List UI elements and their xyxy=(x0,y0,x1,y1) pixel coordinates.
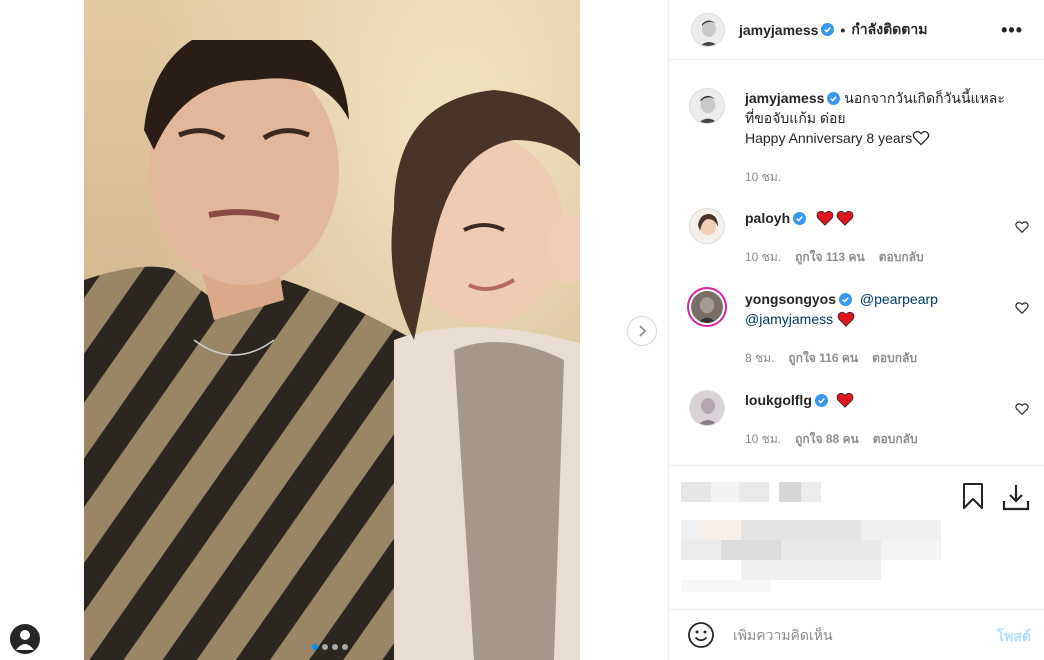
carousel-dot xyxy=(322,644,328,650)
verified-badge-icon xyxy=(821,23,835,36)
caption: jamyjamess นอกจากวันเกิดก็วันนี้แหละ ที่… xyxy=(689,88,1029,188)
author-avatar[interactable] xyxy=(691,12,725,47)
reply-button[interactable]: ตอบกลับ xyxy=(872,349,917,368)
caption-username[interactable]: jamyjamess xyxy=(745,90,824,106)
comment-time: 10 ชม. xyxy=(745,432,782,446)
caption-time: 10 ชม. xyxy=(745,170,782,184)
caption-meta: 10 ชม. xyxy=(745,168,781,187)
more-options-button[interactable]: ••• xyxy=(1001,20,1023,41)
following-button[interactable]: กำลังติดตาม xyxy=(851,19,927,41)
post-details-panel: jamyjamess • กำลังติดตาม ••• jamyjamess … xyxy=(668,0,1044,660)
comment-body: loukgolflg xyxy=(745,390,1015,410)
chevron-right-icon xyxy=(639,325,647,337)
comment-username[interactable]: paloyh xyxy=(745,210,790,226)
user-avatar-icon[interactable] xyxy=(10,624,40,654)
comment-meta: 10 ชม. ถูกใจ 88 คน ตอบกลับ xyxy=(745,430,918,449)
comment-username[interactable]: yongsongyos xyxy=(745,291,836,307)
caption-text-line2: ที่ขอจับแก้ม ด่อย xyxy=(745,110,846,126)
author-avatar-image xyxy=(692,13,724,46)
commenter-avatar-image xyxy=(690,209,724,243)
like-comment-heart-icon[interactable] xyxy=(1015,220,1029,234)
author-username[interactable]: jamyjamess xyxy=(739,22,818,38)
comment-likes[interactable]: ถูกใจ 116 คน xyxy=(788,349,858,368)
carousel-dot xyxy=(332,644,338,650)
commenter-avatar-story-ring[interactable] xyxy=(687,287,727,327)
comment-body: paloyh xyxy=(745,208,1015,228)
instagram-post-view: jamyjamess • กำลังติดตาม ••• jamyjamess … xyxy=(0,0,1044,660)
caption-author-avatar[interactable] xyxy=(689,88,725,124)
commenter-avatar[interactable] xyxy=(689,208,725,244)
user-silhouette-icon xyxy=(16,630,34,650)
red-heart-icon xyxy=(836,392,854,408)
bookmark-icon[interactable] xyxy=(959,482,987,510)
post-photo[interactable] xyxy=(84,0,580,660)
red-heart-icon xyxy=(836,210,854,226)
comment-body: yongsongyos @pearpearp @jamyjamess xyxy=(745,289,1015,329)
comment-likes[interactable]: ถูกใจ 113 คน xyxy=(795,248,865,267)
verified-badge-icon xyxy=(839,293,853,306)
reply-button[interactable]: ตอบกลับ xyxy=(873,430,918,449)
carousel-indicator xyxy=(312,644,348,650)
download-icon[interactable] xyxy=(1001,482,1031,512)
add-comment-bar: โพสต์ xyxy=(669,609,1044,660)
comment-item: paloyh 10 ชม. ถูกใจ 113 คน ตอบกลับ xyxy=(689,208,1029,268)
comment-input[interactable] xyxy=(733,627,965,643)
caption-body: jamyjamess นอกจากวันเกิดก็วันนี้แหละ ที่… xyxy=(745,88,1015,148)
carousel-dot-active xyxy=(312,644,318,650)
post-media-area xyxy=(0,0,668,660)
carousel-dot xyxy=(342,644,348,650)
comment-likes[interactable]: ถูกใจ 88 คน xyxy=(795,430,859,449)
caption-text-line3: Happy Anniversary 8 years xyxy=(745,130,913,146)
smiley-icon[interactable] xyxy=(687,621,715,649)
comments-list: jamyjamess นอกจากวันเกิดก็วันนี้แหละ ที่… xyxy=(669,64,1044,464)
like-comment-heart-icon[interactable] xyxy=(1015,402,1029,416)
carousel-next-button[interactable] xyxy=(627,316,657,346)
comment-time: 10 ชม. xyxy=(745,250,782,264)
comment-item: yongsongyos @pearpearp @jamyjamess 8 ชม.… xyxy=(687,287,1029,369)
post-header: jamyjamess • กำลังติดตาม ••• xyxy=(669,0,1044,60)
post-actions-section xyxy=(669,465,1044,609)
comment-mention[interactable]: @jamyjamess xyxy=(745,311,833,327)
photo-person-left xyxy=(84,40,414,660)
photo-person-right xyxy=(391,90,580,660)
post-comment-button[interactable]: โพสต์ xyxy=(997,626,1031,648)
commenter-avatar-image xyxy=(691,291,723,323)
verified-badge-icon xyxy=(814,394,828,407)
verified-badge-icon xyxy=(793,212,807,225)
commenter-avatar-image xyxy=(690,391,724,425)
like-comment-heart-icon[interactable] xyxy=(1015,301,1029,315)
commenter-avatar[interactable] xyxy=(689,390,725,426)
reply-button[interactable]: ตอบกลับ xyxy=(879,248,924,267)
comment-username[interactable]: loukgolflg xyxy=(745,392,812,408)
comment-item: loukgolflg 10 ชม. ถูกใจ 88 คน ตอบกลับ xyxy=(689,390,1029,450)
red-heart-icon xyxy=(816,210,834,226)
header-separator: • xyxy=(840,21,846,38)
comment-mention[interactable]: @pearpearp xyxy=(860,291,938,307)
comment-meta: 8 ชม. ถูกใจ 116 คน ตอบกลับ xyxy=(745,349,917,368)
blurred-region xyxy=(681,480,941,592)
caption-text-line1: นอกจากวันเกิดก็วันนี้แหละ xyxy=(844,90,1005,106)
comment-time: 8 ชม. xyxy=(745,351,775,365)
verified-badge-icon xyxy=(827,92,841,105)
caption-author-avatar-image xyxy=(690,89,724,123)
comment-meta: 10 ชม. ถูกใจ 113 คน ตอบกลับ xyxy=(745,248,924,267)
red-heart-icon xyxy=(837,311,855,327)
heart-outline-icon xyxy=(913,130,930,146)
